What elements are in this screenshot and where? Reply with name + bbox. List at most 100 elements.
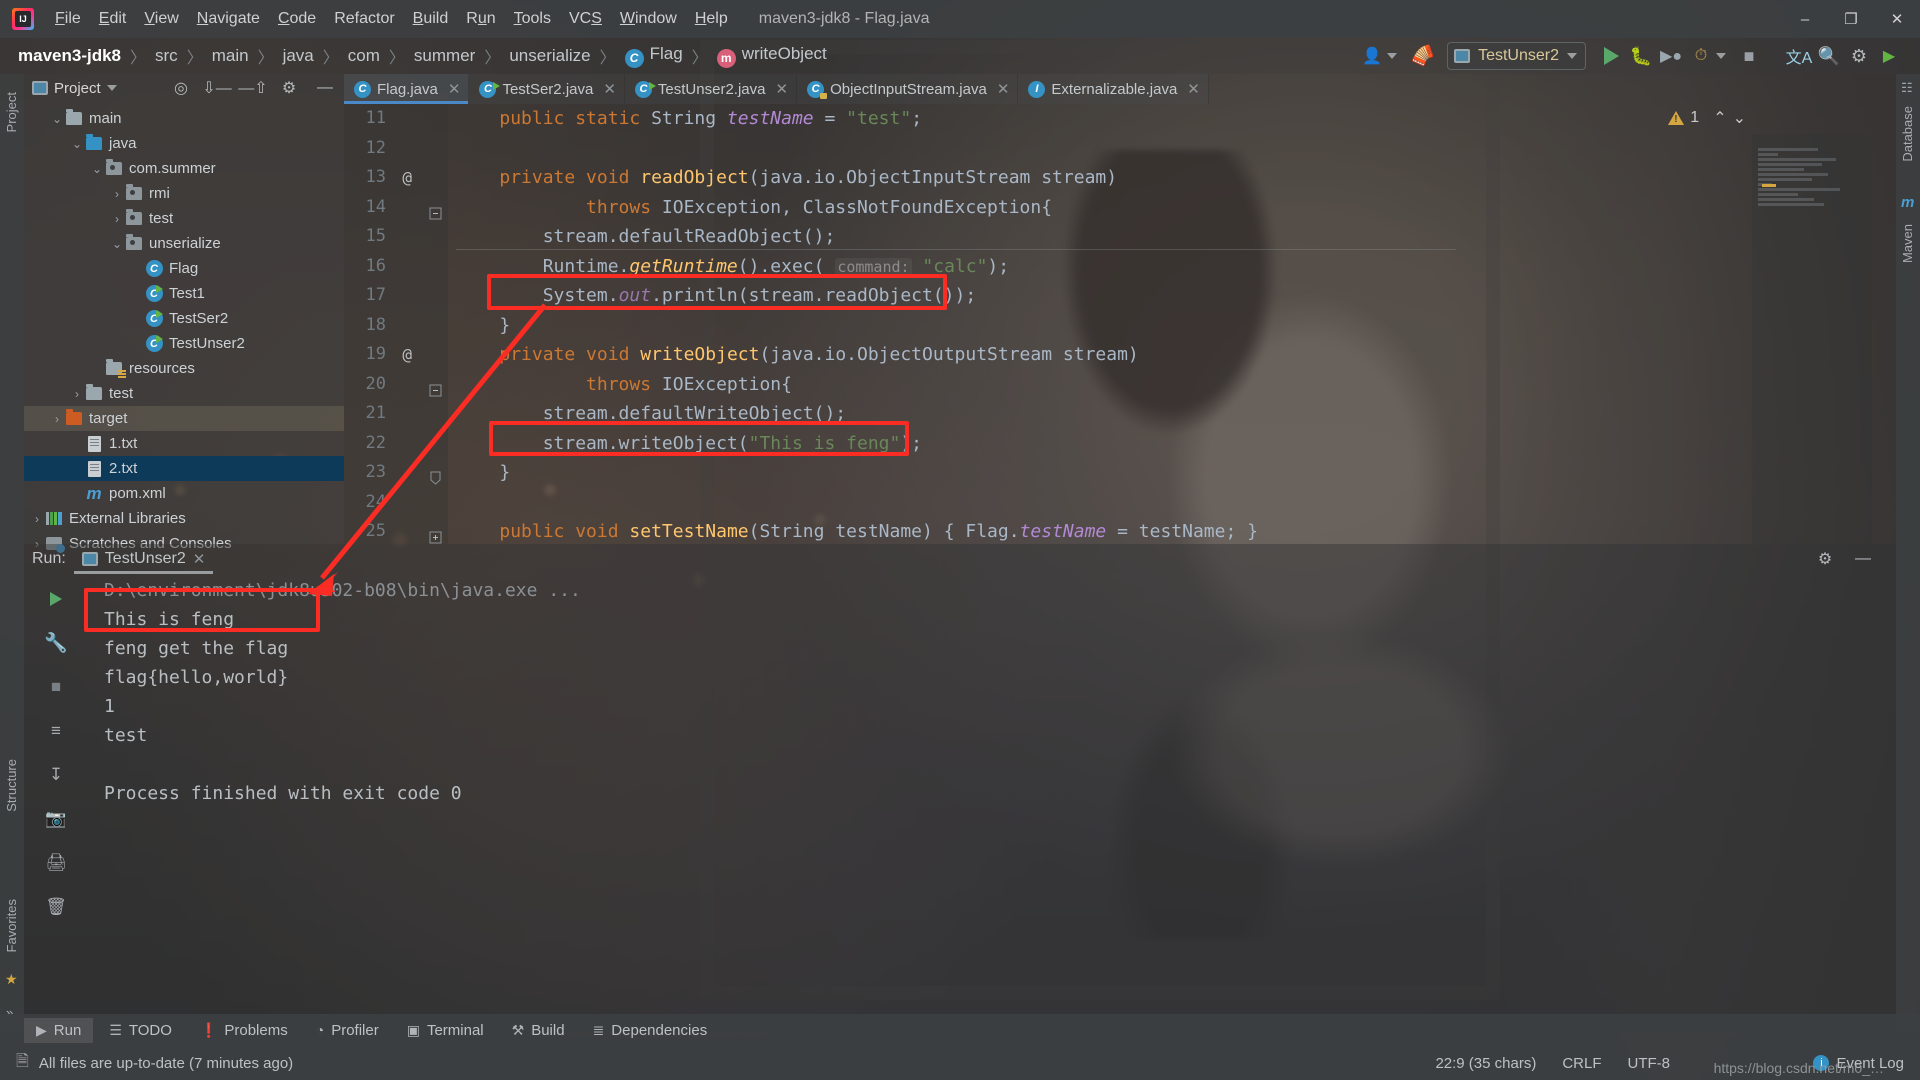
clear-all-icon[interactable]: 🗑 — [43, 894, 69, 920]
menu-item-help[interactable]: Help — [686, 6, 737, 32]
navigation-bar[interactable]: maven3-jdk8 〉 src 〉 main 〉 java 〉 com 〉 summer 〉 uns… — [0, 38, 1920, 74]
editor-tab-bar[interactable]: C Flag.java ✕ C TestSer2.java ✕ C TestUnser2.ja… — [344, 74, 1896, 104]
chevron-down-icon[interactable]: ⌄ — [110, 237, 124, 251]
gutter-line-18[interactable]: 18 — [344, 311, 448, 341]
gutter-line-24[interactable]: 24 — [344, 488, 448, 518]
close-icon[interactable]: ✕ — [997, 80, 1010, 98]
favorites-star-icon[interactable]: ★ — [5, 971, 18, 988]
run-button[interactable] — [1596, 43, 1626, 69]
code-line-21[interactable]: stream.defaultWriteObject(); — [448, 399, 1896, 429]
tree-node-rmi[interactable]: › rmi — [24, 181, 344, 206]
tree-node-test[interactable]: › test — [24, 381, 344, 406]
editor-tab-testunser2-java[interactable]: C TestUnser2.java ✕ — [624, 74, 798, 104]
chevron-right-icon[interactable]: › — [50, 412, 64, 426]
menu-item-navigate[interactable]: Navigate — [188, 6, 269, 32]
editor-minimap[interactable] — [1752, 134, 1872, 544]
tool-window-button-build[interactable]: ⚒ Build — [500, 1018, 577, 1043]
tool-window-button-problems[interactable]: ❗ Problems — [188, 1018, 300, 1043]
minimize-button[interactable]: – — [1782, 0, 1828, 38]
chevron-down-icon[interactable]: ⌄ — [90, 162, 104, 176]
tool-button-maven[interactable]: Maven — [1900, 214, 1915, 273]
gutter-line-25[interactable]: 25 — [344, 517, 448, 544]
code-line-14[interactable]: throws IOException, ClassNotFoundExcepti… — [448, 193, 1896, 223]
profile-button[interactable]: ⏱ — [1686, 43, 1716, 69]
tree-node-flag[interactable]: C Flag — [24, 256, 344, 281]
code-line-15[interactable]: stream.defaultReadObject(); — [448, 222, 1896, 252]
breadcrumb-item-class[interactable]: C Flag — [624, 44, 683, 68]
tree-node-test1[interactable]: C Test1 — [24, 281, 344, 306]
code-content[interactable]: public static String testName = "test"; … — [448, 104, 1896, 544]
gear-icon[interactable]: ⚙ — [1844, 43, 1874, 69]
chevron-down-icon[interactable]: ⌄ — [70, 137, 84, 151]
tree-node-test[interactable]: › test — [24, 206, 344, 231]
run-configuration-selector[interactable]: TestUnser2 — [1447, 42, 1586, 70]
code-editor[interactable]: 11 12 13 @14 15 16 17 18 19 @20 21 22 23 24 25 public … — [344, 104, 1896, 544]
prev-problem-icon[interactable]: ⌃ — [1713, 108, 1726, 128]
tool-window-button-todo[interactable]: ☰ TODO — [97, 1018, 184, 1043]
chevron-down-icon[interactable] — [1716, 53, 1726, 59]
fold-end-icon[interactable] — [429, 466, 442, 485]
tree-node-unserialize[interactable]: ⌄ unserialize — [24, 231, 344, 256]
scroll-to-end-icon[interactable]: ↧ — [43, 762, 69, 788]
warning-scroll-marker[interactable] — [1762, 184, 1776, 187]
gutter-line-19[interactable]: 19 @ — [344, 340, 448, 370]
ide-launcher-icon[interactable]: ▶ — [1874, 43, 1904, 69]
menu-item-file[interactable]: File — [46, 6, 90, 32]
chevron-right-icon[interactable]: › — [30, 512, 44, 526]
tool-window-button-dependencies[interactable]: ≣ Dependencies — [581, 1018, 720, 1043]
gutter-line-14[interactable]: 14 — [344, 193, 448, 223]
tool-window-button-run[interactable]: ▶ Run — [24, 1017, 94, 1043]
collapse-all-icon[interactable]: —⇧ — [238, 75, 268, 101]
line-separator[interactable]: CRLF — [1562, 1055, 1601, 1072]
breadcrumb-item-java[interactable]: java — [283, 46, 314, 66]
next-problem-icon[interactable]: ⌄ — [1733, 108, 1746, 128]
code-line-18[interactable]: } — [448, 311, 1896, 341]
annotation-marker-icon[interactable]: @ — [402, 163, 412, 193]
code-line-19[interactable]: private void writeObject(java.io.ObjectO… — [448, 340, 1896, 370]
fold-minus-icon[interactable] — [429, 201, 442, 219]
gutter-line-23[interactable]: 23 — [344, 458, 448, 488]
breadcrumb-item-summer[interactable]: summer — [414, 46, 475, 66]
gutter-line-22[interactable]: 22 — [344, 429, 448, 459]
build-hammer-icon[interactable]: 🪗 — [1404, 39, 1441, 74]
tree-node-com-summer[interactable]: ⌄ com.summer — [24, 156, 344, 181]
tool-window-button-profiler[interactable]: ◔ Profiler — [304, 1018, 391, 1043]
gutter-line-13[interactable]: 13 @ — [344, 163, 448, 193]
breadcrumb[interactable]: maven3-jdk8 〉 src 〉 main 〉 java 〉 com 〉 summer 〉 uns… — [18, 44, 827, 68]
menu-item-code[interactable]: Code — [269, 6, 325, 32]
annotation-marker-icon[interactable]: @ — [402, 340, 412, 370]
search-icon[interactable]: 🔍 — [1814, 43, 1844, 69]
camera-icon[interactable]: 📷 — [43, 806, 69, 832]
tree-node-testunser2[interactable]: C TestUnser2 — [24, 331, 344, 356]
code-line-24[interactable] — [448, 488, 1896, 518]
gear-icon[interactable]: ⚙ — [1810, 546, 1840, 572]
breadcrumb-item-maven3-jdk8[interactable]: maven3-jdk8 — [18, 46, 121, 66]
menu-item-tools[interactable]: Tools — [505, 6, 560, 32]
tree-node-java[interactable]: ⌄ java — [24, 131, 344, 156]
code-line-20[interactable]: throws IOException{ — [448, 370, 1896, 400]
fold-minus-icon[interactable] — [429, 378, 442, 396]
file-encoding[interactable]: UTF-8 — [1628, 1055, 1671, 1072]
fold-plus-icon[interactable] — [429, 525, 442, 544]
breadcrumb-item-com[interactable]: com — [348, 46, 380, 66]
debug-button[interactable]: 🐛 — [1626, 43, 1656, 69]
close-icon[interactable]: ✕ — [448, 80, 461, 98]
code-line-12[interactable] — [448, 134, 1896, 164]
breadcrumb-item-main[interactable]: main — [212, 46, 249, 66]
console-output[interactable]: D:\environment\jdk8u302-b08\bin\java.exe… — [104, 576, 1886, 1028]
chevron-down-icon[interactable] — [106, 85, 117, 91]
code-line-16[interactable]: Runtime.getRuntime().exec( command: "cal… — [448, 252, 1896, 282]
user-icon[interactable]: 👤 — [1357, 43, 1387, 69]
chevron-down-icon[interactable] — [1567, 53, 1577, 59]
tool-button-favorites[interactable]: Favorites — [4, 889, 19, 962]
soft-wrap-icon[interactable]: ≡ — [43, 718, 69, 744]
tree-node-main[interactable]: ⌄ main — [24, 106, 344, 131]
close-button[interactable]: ✕ — [1874, 0, 1920, 38]
tree-node-external-libraries[interactable]: › External Libraries — [24, 506, 344, 531]
close-icon[interactable]: ✕ — [603, 80, 616, 98]
menu-item-vcs[interactable]: VCS — [560, 6, 611, 32]
right-tool-strip[interactable]: ☷ Database m Maven — [1896, 74, 1920, 1032]
tree-node-testser2[interactable]: C TestSer2 — [24, 306, 344, 331]
gutter-line-17[interactable]: 17 — [344, 281, 448, 311]
rerun-icon[interactable] — [43, 586, 69, 612]
